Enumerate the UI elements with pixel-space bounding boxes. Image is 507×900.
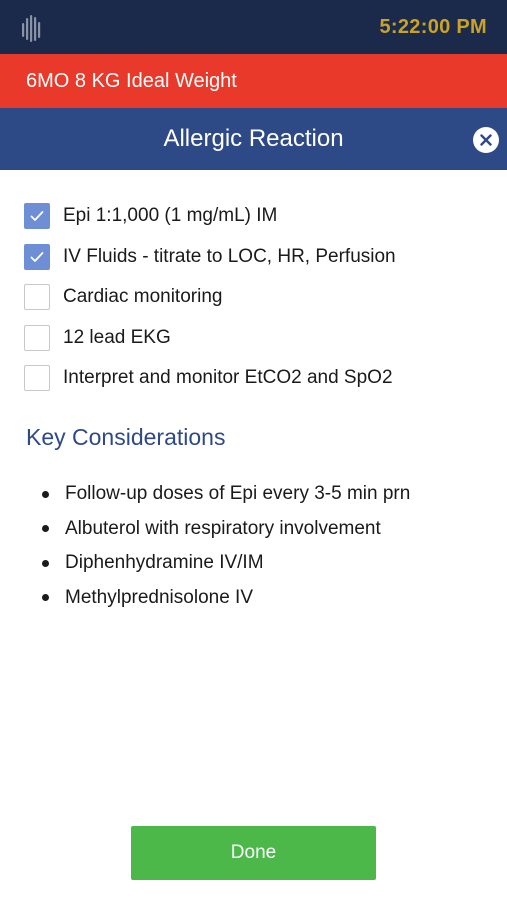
patient-weight-bar: 6MO 8 KG Ideal Weight <box>0 54 507 108</box>
checklist-item[interactable]: Interpret and monitor EtCO2 and SpO2 <box>24 358 494 399</box>
close-button[interactable] <box>473 127 499 153</box>
bullet-icon <box>42 559 49 567</box>
bullet-icon <box>42 490 49 498</box>
bullet-icon <box>42 594 49 602</box>
done-button[interactable]: Done <box>131 826 376 880</box>
checkbox[interactable] <box>24 243 50 270</box>
checkmark-icon <box>30 251 44 262</box>
key-considerations-heading: Key Considerations <box>26 424 226 450</box>
list-item-text: Diphenhydramine IV/IM <box>65 552 264 574</box>
key-considerations-list: Follow-up doses of Epi every 3-5 min prn… <box>42 477 492 615</box>
checkbox[interactable] <box>24 324 50 351</box>
checklist-item-label: Interpret and monitor EtCO2 and SpO2 <box>63 367 393 389</box>
status-bar: 5:22:00 PM <box>0 0 507 54</box>
bullet-icon <box>42 525 49 533</box>
list-item: Albuterol with respiratory involvement <box>42 512 492 547</box>
checklist-item-label: IV Fluids - titrate to LOC, HR, Perfusio… <box>63 245 396 267</box>
checklist-item[interactable]: Cardiac monitoring <box>24 277 494 318</box>
checklist-item[interactable]: IV Fluids - titrate to LOC, HR, Perfusio… <box>24 237 494 278</box>
clock: 5:22:00 PM <box>379 16 487 38</box>
checklist-item[interactable]: 12 lead EKG <box>24 318 494 359</box>
checklist-item[interactable]: Epi 1:1,000 (1 mg/mL) IM <box>24 196 494 237</box>
list-item: Diphenhydramine IV/IM <box>42 546 492 581</box>
hand-logo-icon <box>22 15 41 42</box>
checkbox[interactable] <box>24 365 50 392</box>
checklist-item-label: 12 lead EKG <box>63 326 171 348</box>
header-bar: Allergic Reaction <box>0 108 507 170</box>
patient-weight-label: 6MO 8 KG Ideal Weight <box>26 70 237 92</box>
checkbox[interactable] <box>24 284 50 311</box>
list-item: Follow-up doses of Epi every 3-5 min prn <box>42 477 492 512</box>
checklist: Epi 1:1,000 (1 mg/mL) IM IV Fluids - tit… <box>24 196 494 399</box>
list-item-text: Albuterol with respiratory involvement <box>65 517 381 539</box>
list-item-text: Methylprednisolone IV <box>65 586 253 608</box>
checkbox[interactable] <box>24 203 50 230</box>
checkmark-icon <box>30 211 44 222</box>
checklist-item-label: Epi 1:1,000 (1 mg/mL) IM <box>63 205 278 227</box>
checklist-item-label: Cardiac monitoring <box>63 286 223 308</box>
list-item: Methylprednisolone IV <box>42 581 492 616</box>
close-icon <box>480 134 492 146</box>
page-title: Allergic Reaction <box>163 125 344 152</box>
list-item-text: Follow-up doses of Epi every 3-5 min prn <box>65 483 411 505</box>
